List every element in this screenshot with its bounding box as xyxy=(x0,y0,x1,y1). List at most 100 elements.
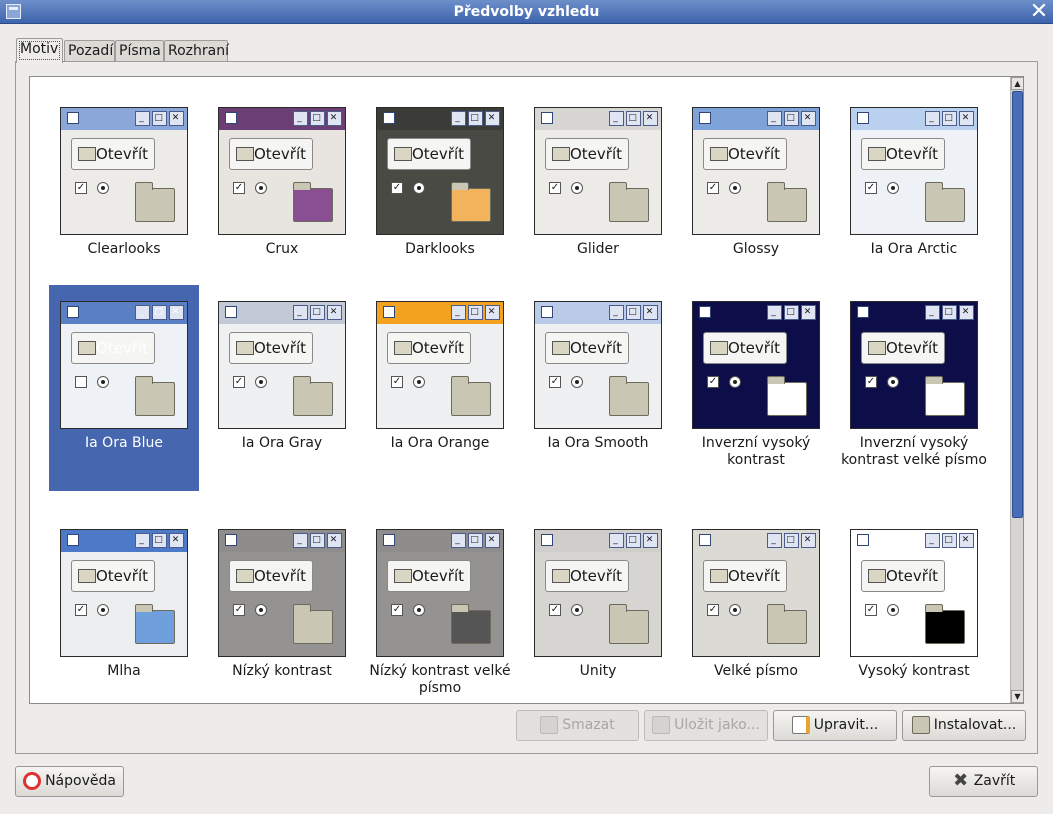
preview-folder-icon xyxy=(609,182,649,222)
maximize-icon: □ xyxy=(468,305,483,320)
preview-window-buttons: _ □ ✕ xyxy=(923,533,974,548)
theme-item[interactable]: _ □ ✕ Otevřít ✓ Nízký kontrast velké písmo xyxy=(365,513,515,703)
theme-name: Glider xyxy=(577,241,619,257)
preview-checkbox-icon: ✓ xyxy=(75,604,87,616)
minimize-icon: _ xyxy=(609,111,624,126)
help-lifebuoy-icon xyxy=(23,772,42,790)
open-folder-icon xyxy=(236,569,254,583)
tab-pisma[interactable]: Písma xyxy=(115,40,164,62)
scroll-down-arrow-icon[interactable]: ▼ xyxy=(1011,690,1023,703)
delete-button[interactable]: Smazat xyxy=(516,710,639,741)
open-folder-icon xyxy=(552,341,570,355)
vertical-scrollbar[interactable]: ▲ ▼ xyxy=(1010,77,1023,703)
minimize-icon: _ xyxy=(451,305,466,320)
theme-item[interactable]: _ □ ✕ Otevřít ✓ Ia Ora Orange xyxy=(365,285,515,491)
preview-folder-icon xyxy=(767,604,807,644)
preview-radio-icon xyxy=(255,604,267,616)
preview-folder-icon xyxy=(135,376,175,416)
preview-radio-icon xyxy=(887,604,899,616)
open-folder-icon xyxy=(394,147,412,161)
preview-checkbox-icon: ✓ xyxy=(391,376,403,388)
preview-open-label: Otevřít xyxy=(727,145,780,163)
folder-icon xyxy=(911,716,930,734)
theme-item[interactable]: _ □ ✕ Otevřít ✓ Inverzní vysoký kontrast velk… xyxy=(839,285,989,491)
theme-name: Nízký kontrast velké písmo xyxy=(369,663,511,696)
theme-item[interactable]: _ □ ✕ Otevřít ✓ Darklooks xyxy=(365,91,515,297)
preview-folder-icon xyxy=(293,604,333,644)
theme-name: Clearlooks xyxy=(87,241,161,257)
preview-window-buttons: _ □ ✕ xyxy=(291,111,342,126)
preview-window-icon xyxy=(699,534,711,546)
preview-open-label: Otevřít xyxy=(95,145,148,163)
tab-rozhrani[interactable]: Rozhraní xyxy=(164,40,229,62)
preview-open-button: Otevřít xyxy=(71,332,155,364)
preview-radio-icon xyxy=(729,376,741,388)
theme-item[interactable]: _ □ ✕ Otevřít ✓ Vysoký kontrast xyxy=(839,513,989,703)
theme-name: Ia Ora Blue xyxy=(85,435,163,451)
minimize-icon: _ xyxy=(135,305,150,320)
minimize-icon: _ xyxy=(451,111,466,126)
window-menu-icon[interactable] xyxy=(6,4,21,19)
close-icon: ✕ xyxy=(485,305,500,320)
preview-open-button: Otevřít xyxy=(387,138,471,170)
preview-titlebar: _ □ ✕ xyxy=(219,108,345,130)
theme-item[interactable]: _ □ ✕ Otevřít ✓ Velké písmo xyxy=(681,513,831,703)
maximize-icon: □ xyxy=(942,533,957,548)
scroll-up-arrow-icon[interactable]: ▲ xyxy=(1011,77,1023,90)
install-button[interactable]: Instalovat... xyxy=(902,710,1026,741)
open-folder-icon xyxy=(710,569,728,583)
theme-item[interactable]: _ □ ✕ Otevřít ✓ Clearlooks xyxy=(49,91,199,297)
theme-item[interactable]: _ □ ✕ Otevřít ✓ Mlha xyxy=(49,513,199,703)
minimize-icon: _ xyxy=(767,111,782,126)
window-close-button[interactable]: ✕ xyxy=(1029,1,1049,23)
close-icon: ✕ xyxy=(485,111,500,126)
preview-folder-icon xyxy=(925,376,965,416)
preview-open-label: Otevřít xyxy=(569,339,622,357)
preview-open-button: Otevřít xyxy=(71,138,155,170)
close-button[interactable]: ✖ Zavřít xyxy=(929,766,1038,797)
tab-pozadi[interactable]: Pozadí xyxy=(64,40,115,62)
theme-item[interactable]: _ □ ✕ Otevřít ✓ Glossy xyxy=(681,91,831,297)
preview-window-icon xyxy=(67,534,79,546)
edit-button[interactable]: Upravit... xyxy=(773,710,897,741)
minimize-icon: _ xyxy=(925,305,940,320)
theme-name: Inverzní vysoký kontrast velké písmo xyxy=(841,435,987,468)
preview-titlebar: _ □ ✕ xyxy=(219,530,345,552)
theme-item[interactable]: _ □ ✕ Otevřít ✓ Crux xyxy=(207,91,357,297)
theme-name: Darklooks xyxy=(405,241,475,257)
preview-open-label: Otevřít xyxy=(569,145,622,163)
maximize-icon: □ xyxy=(784,533,799,548)
theme-item[interactable]: _ □ ✕ Otevřít ✓ Ia Ora Arctic xyxy=(839,91,989,297)
maximize-icon: □ xyxy=(152,111,167,126)
theme-item[interactable]: _ □ ✕ Otevřít ✓ Nízký kontrast xyxy=(207,513,357,703)
preview-window-buttons: _ □ ✕ xyxy=(607,533,658,548)
help-button[interactable]: Nápověda xyxy=(15,766,124,797)
theme-preview: _ □ ✕ Otevřít ✓ xyxy=(534,301,662,429)
preview-titlebar: _ □ ✕ xyxy=(61,108,187,130)
preview-window-icon xyxy=(541,306,553,318)
preview-open-label: Otevřít xyxy=(253,339,306,357)
scrollbar-thumb[interactable] xyxy=(1012,91,1023,518)
save-as-button[interactable]: Uložit jako... xyxy=(644,710,768,741)
theme-preview: _ □ ✕ Otevřít ✓ xyxy=(218,107,346,235)
preview-open-button: Otevřít xyxy=(545,332,629,364)
preview-open-label: Otevřít xyxy=(727,567,780,585)
preview-open-button: Otevřít xyxy=(229,138,313,170)
close-icon: ✕ xyxy=(643,533,658,548)
preview-window-icon xyxy=(225,306,237,318)
theme-item[interactable]: _ □ ✕ Otevřít ✓ Ia Ora Smooth xyxy=(523,285,673,491)
preview-titlebar: _ □ ✕ xyxy=(377,302,503,324)
theme-item[interactable]: _ □ ✕ Otevřít ✓ Inverzní vysoký kontrast xyxy=(681,285,831,491)
tab-motiv[interactable]: Motiv xyxy=(16,38,63,63)
theme-item[interactable]: _ □ ✕ Otevřít ✓ Ia Ora Blue xyxy=(49,285,199,491)
theme-item[interactable]: _ □ ✕ Otevřít ✓ Unity xyxy=(523,513,673,703)
close-icon: ✕ xyxy=(959,305,974,320)
preview-folder-icon xyxy=(925,604,965,644)
window-titlebar: Předvolby vzhledu ✕ xyxy=(0,0,1053,24)
open-folder-icon xyxy=(236,341,254,355)
preview-window-icon xyxy=(225,112,237,124)
theme-item[interactable]: _ □ ✕ Otevřít ✓ Ia Ora Gray xyxy=(207,285,357,491)
theme-item[interactable]: _ □ ✕ Otevřít ✓ Glider xyxy=(523,91,673,297)
maximize-icon: □ xyxy=(626,533,641,548)
theme-name: Velké písmo xyxy=(714,663,798,679)
